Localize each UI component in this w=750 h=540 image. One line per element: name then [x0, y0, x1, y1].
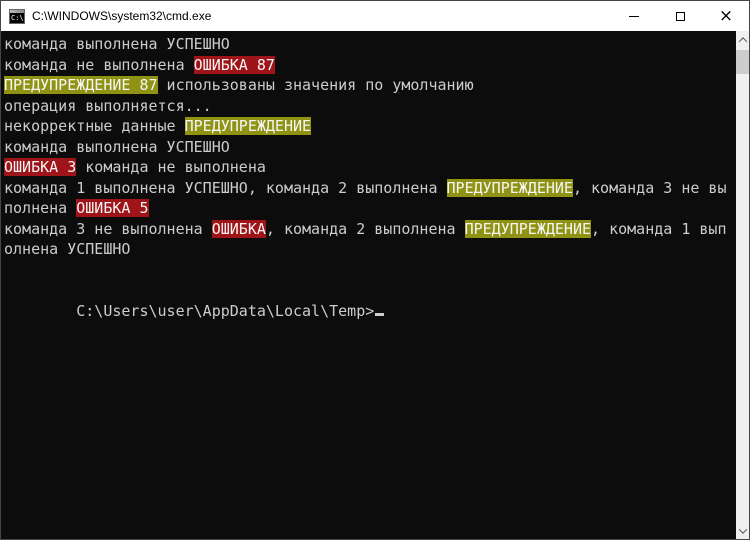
prompt-line: C:\Users\user\AppData\Local\Temp> — [4, 280, 736, 320]
terminal-text: использованы значения по умолчанию — [157, 76, 474, 94]
minimize-icon — [629, 15, 639, 17]
cmd-icon-text: C:\ — [11, 13, 24, 22]
close-button[interactable]: × — [703, 1, 749, 31]
window-title: C:\WINDOWS\system32\cmd.exe — [32, 9, 212, 23]
cursor — [375, 312, 385, 316]
terminal-text: команда выполнена УСПЕШНО — [4, 137, 230, 156]
terminal-text: , команда 3 не вы — [572, 178, 727, 197]
scrollbar-thumb[interactable] — [736, 50, 749, 74]
warning-badge: ПРЕДУПРЕЖДЕНИЕ — [464, 219, 592, 238]
terminal-text: команда выполнена УСПЕШНО — [4, 35, 230, 53]
maximize-button[interactable] — [657, 1, 703, 31]
close-icon: × — [718, 5, 734, 26]
terminal-text: полнена — [4, 199, 77, 217]
terminal-line: команда выполнена УСПЕШНО — [4, 137, 736, 158]
error-badge: ОШИБКА — [211, 219, 266, 238]
terminal-text: команда не выполнена — [4, 55, 194, 74]
scrollbar[interactable] — [736, 31, 749, 539]
chevron-up-icon — [738, 36, 747, 46]
prompt-text: C:\Users\user\AppData\Local\Temp> — [76, 301, 375, 320]
terminal-line: ПРЕДУПРЕЖДЕНИЕ 87 использованы значения … — [4, 75, 736, 96]
terminal-text: команда не выполнена — [76, 158, 266, 176]
terminal-output: команда выполнена УСПЕШНО команда не выпо… — [4, 34, 736, 280]
error-badge: ОШИБКА 87 — [193, 55, 275, 74]
console[interactable]: команда выполнена УСПЕШНО команда не выпо… — [1, 31, 749, 539]
terminal-line: команда не выполнена ОШИБКА 87 — [4, 55, 736, 76]
terminal-text: команда 1 выполнена УСПЕШНО, команда 2 в… — [4, 178, 447, 197]
minimize-button[interactable] — [611, 1, 657, 31]
terminal-text: олнена УСПЕШНО — [4, 240, 131, 258]
terminal-line: команда 3 не выполнена ОШИБКА, команда 2… — [4, 219, 736, 240]
terminal-line: полнена ОШИБКА 5 — [4, 198, 736, 219]
scroll-down-button[interactable] — [736, 522, 749, 539]
terminal-text: операция выполняется... — [4, 96, 212, 115]
warning-badge: ПРЕДУПРЕЖДЕНИЕ 87 — [4, 76, 158, 94]
terminal-text: , команда 1 вып — [591, 219, 727, 238]
titlebar[interactable]: C:\ C:\WINDOWS\system32\cmd.exe × — [1, 1, 749, 31]
terminal-line: ОШИБКА 3 команда не выполнена — [4, 157, 736, 178]
chevron-down-icon — [738, 524, 747, 534]
warning-badge: ПРЕДУПРЕЖДЕНИЕ — [446, 178, 573, 197]
error-badge: ОШИБКА 5 — [76, 199, 149, 217]
error-badge: ОШИБКА 3 — [4, 158, 77, 176]
terminal-line: команда выполнена УСПЕШНО — [4, 34, 736, 55]
terminal-line: некорректные данные ПРЕДУПРЕЖДЕНИЕ — [4, 116, 736, 137]
scroll-up-button[interactable] — [736, 31, 749, 48]
cmd-icon: C:\ — [9, 8, 25, 24]
cmd-icon-titlebar — [10, 9, 24, 13]
terminal-line: операция выполняется... — [4, 96, 736, 117]
warning-badge: ПРЕДУПРЕЖДЕНИЕ — [184, 117, 312, 135]
terminal-text: , команда 2 выполнена — [265, 219, 465, 238]
maximize-icon — [675, 11, 685, 21]
window-controls: × — [611, 1, 749, 31]
terminal-text: команда 3 не выполнена — [4, 219, 212, 238]
terminal-text-area: команда выполнена УСПЕШНО команда не выпо… — [1, 31, 736, 539]
terminal-text: некорректные данные — [4, 117, 185, 135]
terminal-line: команда 1 выполнена УСПЕШНО, команда 2 в… — [4, 178, 736, 199]
terminal-line: олнена УСПЕШНО — [4, 239, 736, 260]
cmd-window: C:\ C:\WINDOWS\system32\cmd.exe × команд… — [0, 0, 750, 540]
